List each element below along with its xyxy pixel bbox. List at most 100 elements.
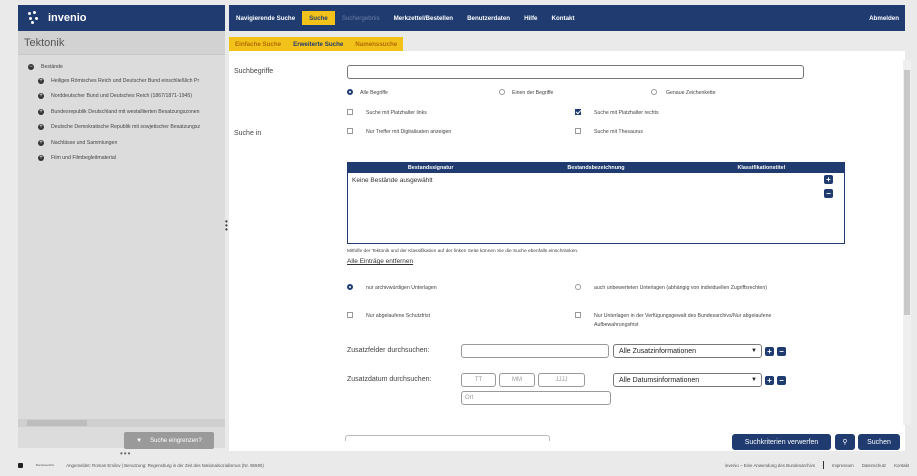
column-header[interactable]: Klassifikationstitel	[679, 165, 844, 171]
expand-plus-icon[interactable]: +	[38, 77, 44, 84]
checkbox-label: Aufbewahrungsfrist	[594, 322, 639, 328]
nav-navigierende-suche[interactable]: Navigierende Suche	[229, 11, 302, 25]
radio-label: Genaue Zeichenkette	[666, 90, 716, 96]
search-button[interactable]: Suchen	[858, 434, 900, 450]
footer-link-kontakt[interactable]: Kontakt	[894, 463, 909, 468]
tree-item-label: Deutsche Demokratische Republik mit sowj…	[51, 124, 201, 131]
remove-zusatzfeld-button[interactable]: −	[777, 347, 786, 356]
nav-benutzerdaten[interactable]: Benutzerdaten	[460, 11, 517, 25]
place-input[interactable]: Ort	[461, 391, 611, 405]
column-header[interactable]: Bestandsbezeichnung	[513, 165, 678, 171]
remove-datum-button[interactable]: −	[777, 376, 786, 385]
panel-splitter-handle[interactable]: • • •	[225, 218, 228, 234]
datum-select[interactable]: Alle Datumsinformationen ▼	[613, 373, 762, 387]
expand-plus-icon[interactable]: +	[38, 155, 44, 162]
filter-icon: ▼	[136, 437, 143, 444]
expand-plus-icon[interactable]: +	[38, 108, 44, 115]
radio-label: Alle Begriffe	[360, 90, 388, 96]
footer-link-datenschutz[interactable]: Datenschutz	[862, 463, 886, 468]
expand-plus-icon[interactable]: +	[38, 139, 44, 146]
datum-select-value: Alle Datumsinformationen	[619, 376, 700, 384]
checkbox-platzhalter-rechts[interactable]	[575, 109, 581, 115]
add-datum-button[interactable]: +	[765, 376, 774, 385]
column-header[interactable]: Bestandssignatur	[348, 165, 513, 171]
logout-link[interactable]: Abmelden	[862, 11, 905, 25]
date-month-input[interactable]: MM	[499, 373, 535, 387]
horizontal-scrollbar[interactable]	[18, 419, 225, 427]
date-day-input[interactable]: TT	[461, 373, 496, 387]
chevron-down-icon: ▼	[751, 377, 757, 383]
search-terms-input[interactable]	[347, 65, 804, 79]
scrollbar-thumb[interactable]	[27, 420, 87, 426]
left-panel: invenio Tektonik − Bestände + Heiliges Rö…	[18, 5, 225, 449]
action-bar: Suchkriterien verwerfen ⚲ Suchen	[229, 431, 905, 451]
nav-suchergebnis: Suchergebnis	[341, 14, 380, 22]
tree-item[interactable]: + Heiliges Römisches Reich und Deutscher …	[28, 73, 225, 89]
reset-criteria-button[interactable]: Suchkriterien verwerfen	[732, 434, 831, 450]
scrollbar-thumb[interactable]	[904, 70, 910, 315]
table-empty-text: Keine Bestände ausgewählt	[352, 177, 433, 184]
tree-item[interactable]: + Bundesrepublik Deutschland mit westalli…	[28, 104, 225, 120]
app-window: invenio Tektonik − Bestände + Heiliges Rö…	[0, 0, 917, 476]
brand-name: invenio	[48, 12, 87, 24]
radio-alle-begriffe[interactable]	[347, 89, 353, 95]
tab-erweiterte-suche[interactable]: Erweiterte Suche	[287, 37, 350, 51]
tree-item[interactable]: + Film und Filmbegleitmaterial	[28, 151, 225, 167]
zusatz-select[interactable]: Alle Zusatzinformationen ▼	[613, 344, 762, 358]
add-zusatzfeld-button[interactable]: +	[765, 347, 774, 356]
chevron-down-icon: ▼	[751, 348, 757, 354]
checkbox-verfuegungsgewalt[interactable]	[575, 312, 581, 318]
radio-unbewertet[interactable]	[575, 284, 581, 290]
suche-in-label: Suche in	[234, 130, 262, 137]
nav-hilfe[interactable]: Hilfe	[517, 11, 544, 25]
footer-link-impressum[interactable]: Impressum	[832, 463, 854, 468]
zusatz-select-value: Alle Zusatzinformationen	[619, 347, 697, 355]
date-year-input[interactable]: JJJJ	[538, 373, 585, 387]
expand-plus-icon[interactable]: +	[38, 124, 44, 131]
search-form: Suchbegriffe Alle Begriffe Einen der Beg…	[229, 51, 905, 431]
tree-item[interactable]: + Nachlässe und Sammlungen	[28, 135, 225, 151]
brand-bar: invenio	[18, 5, 225, 31]
more-dots-icon[interactable]: •••	[120, 449, 131, 458]
refine-search-button[interactable]: ▼ Suche eingrenzen?	[124, 432, 214, 449]
zusatzdatum-label: Zusatzdatum durchsuchen:	[347, 376, 432, 383]
tab-einfache-suche[interactable]: Einfache Suche	[229, 37, 288, 51]
tree-item-label: Norddeutscher Bund und Deutsches Reich (…	[51, 93, 193, 100]
bundesarchiv-logo-icon	[18, 461, 30, 469]
checkbox-label: Suche mit Thesaurus	[594, 129, 643, 135]
tektonik-tree: − Bestände + Heiliges Römisches Reich und…	[18, 55, 225, 166]
tree-item[interactable]: + Deutsche Demokratische Republik mit sow…	[28, 120, 225, 136]
radio-label: nur archivwürdigen Unterlagen	[366, 285, 437, 291]
radio-einen-der-begriffe[interactable]	[499, 89, 505, 95]
nav-suche[interactable]: Suche	[302, 11, 335, 25]
checkbox-platzhalter-links[interactable]	[347, 109, 353, 115]
remove-bestand-button[interactable]: −	[824, 189, 833, 198]
tab-namenssuche[interactable]: Namenssuche	[349, 37, 404, 51]
tree-item-label: Heiliges Römisches Reich und Deutscher B…	[51, 77, 200, 84]
checkbox-digitalisate[interactable]	[347, 128, 353, 134]
nav-kontakt[interactable]: Kontakt	[544, 11, 581, 25]
zusatzfelder-input[interactable]	[461, 344, 609, 358]
tree-item-label: Bundesrepublik Deutschland mit westallii…	[51, 108, 200, 115]
search-icon[interactable]: ⚲	[835, 434, 855, 450]
collapse-minus-icon[interactable]: −	[28, 64, 34, 70]
tektonik-title: Tektonik	[18, 31, 225, 55]
vertical-scrollbar[interactable]	[903, 60, 911, 425]
nav-merkzettel[interactable]: Merkzettel/Bestellen	[387, 11, 461, 25]
radio-genaue-zeichenkette[interactable]	[651, 89, 657, 95]
add-bestand-button[interactable]: +	[824, 175, 833, 184]
zusatzfelder-label: Zusatzfelder durchsuchen:	[347, 347, 430, 354]
radio-archivwuerdig[interactable]	[347, 284, 353, 290]
checkbox-thesaurus[interactable]	[575, 128, 581, 134]
clear-all-link[interactable]: Alle Einträge entfernen	[347, 258, 413, 265]
tree-item[interactable]: + Norddeutscher Bund und Deutsches Reich …	[28, 89, 225, 105]
bestaende-table: Bestandssignatur Bestandsbezeichnung Kla…	[347, 162, 845, 244]
footer: Bundesarchiv Angemeldet: Roman Emilov | …	[18, 458, 909, 472]
expand-plus-icon[interactable]: +	[38, 93, 44, 100]
checkbox-schutzfrist[interactable]	[347, 312, 353, 318]
partial-field	[345, 435, 550, 441]
checkbox-label: Nur abgelaufene Schutzfrist	[366, 313, 431, 319]
tree-root[interactable]: − Bestände	[28, 61, 225, 73]
checkbox-label: Suche mit Platzhalter rechts	[594, 110, 659, 116]
logo-text: Bundesarchiv	[36, 463, 55, 467]
